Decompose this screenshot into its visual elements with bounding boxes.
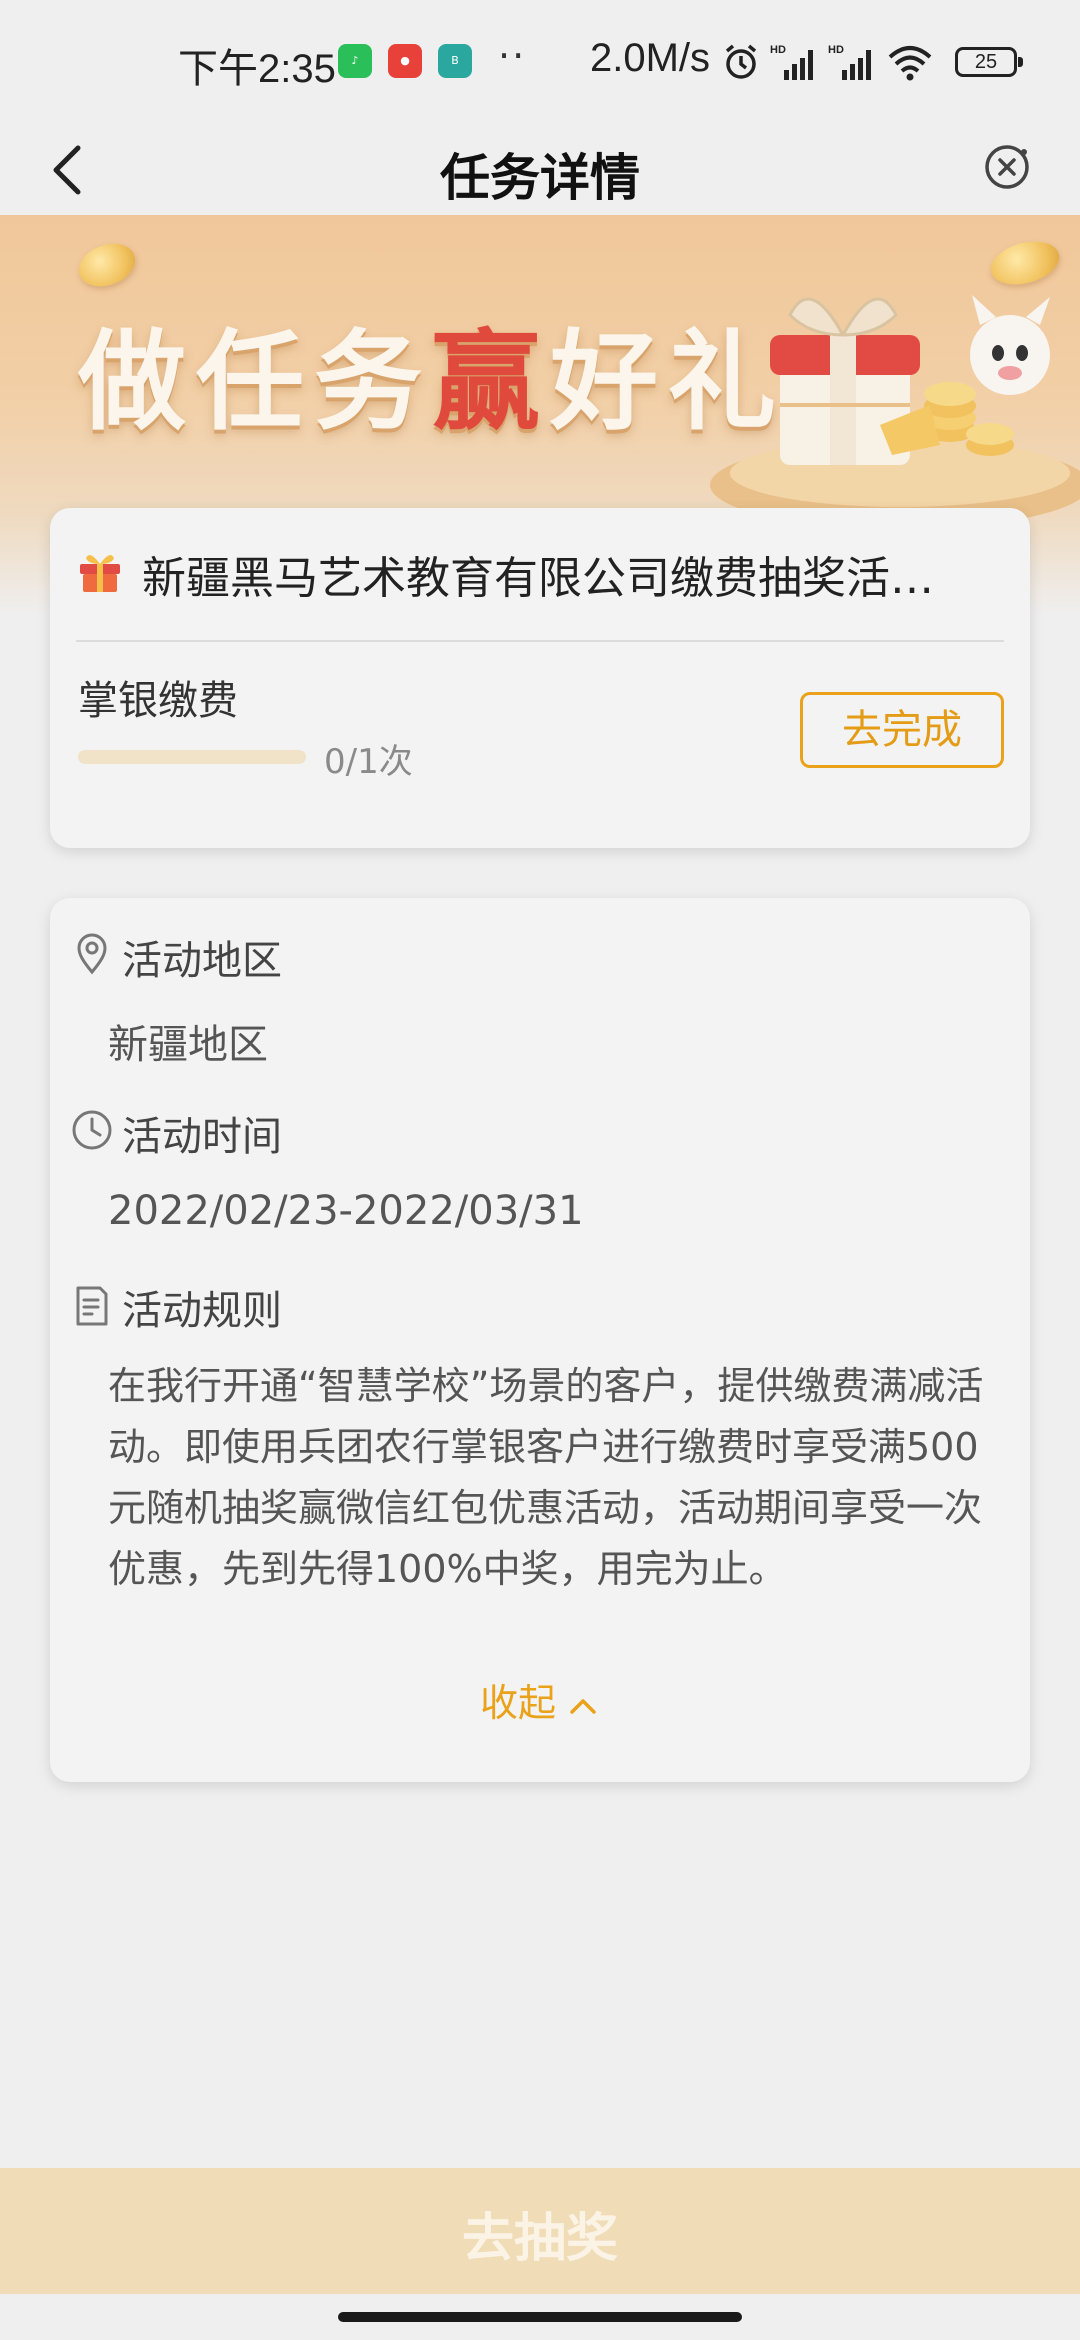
progress-bar [78,750,306,764]
activity-details-card: 活动地区 新疆地区 活动时间 2022/02/23-2022/03/31 活动规… [50,898,1030,1782]
rules-label: 活动规则 [122,1288,282,1334]
go-complete-button[interactable]: 去完成 [800,692,1004,768]
system-icons: HD HD [722,40,934,84]
battery-icon: 25 [955,47,1023,77]
location-pin-icon [77,933,107,975]
clock-icon [72,1110,112,1150]
status-bar: 下午2:35 ♪ ● B ·· 2.0M/s HD HD 25 [0,0,1080,120]
gift-box-illustration [710,295,1080,529]
app-notification-icon: ♪ [338,44,372,78]
region-value: 新疆地区 [108,1022,268,1068]
task-card: 新疆黑马艺术教育有限公司缴费抽奖活… 掌银缴费 0/1次 去完成 [50,508,1030,848]
collapse-label: 收起 [479,1681,556,1725]
alarm-icon [725,44,757,79]
page-title: 任务详情 [440,149,640,207]
region-label: 活动地区 [122,938,282,984]
time-value: 2022/02/23-2022/03/31 [108,1188,584,1234]
network-speed: 2.0M/s [590,36,711,80]
progress-count: 0/1次 [324,742,413,782]
task-name: 掌银缴费 [78,678,238,724]
status-time: 下午2:35 [178,47,336,91]
close-button[interactable] [972,132,1042,202]
time-label: 活动时间 [122,1114,282,1160]
signal-icon: HD [828,44,871,80]
activity-title: 新疆黑马艺术教育有限公司缴费抽奖活… [142,553,934,604]
gift-icon [80,555,120,592]
more-notifications-icon: ·· [498,34,527,78]
svg-text:HD: HD [770,44,786,56]
chevron-up-icon [570,1698,596,1714]
close-icon [985,145,1029,189]
document-icon [76,1286,108,1326]
app-notification-icon: B [438,44,472,78]
svg-text:HD: HD [828,44,844,56]
wifi-icon [888,46,932,81]
draw-button[interactable]: 去抽奖 [0,2168,1080,2294]
home-indicator[interactable] [338,2312,742,2322]
draw-button-label: 去抽奖 [461,2209,618,2269]
nav-header: 任务详情 [0,120,1080,220]
app-notification-icon: ● [388,44,422,78]
divider [76,640,1004,642]
rules-text: 在我行开通“智慧学校”场景的客户，提供缴费满减活动。即使用兵团农行掌银客户进行缴… [108,1364,984,1591]
collapse-button[interactable]: 收起 [50,1672,1030,1727]
coin-icon [72,236,142,294]
signal-icon: HD [770,44,813,80]
